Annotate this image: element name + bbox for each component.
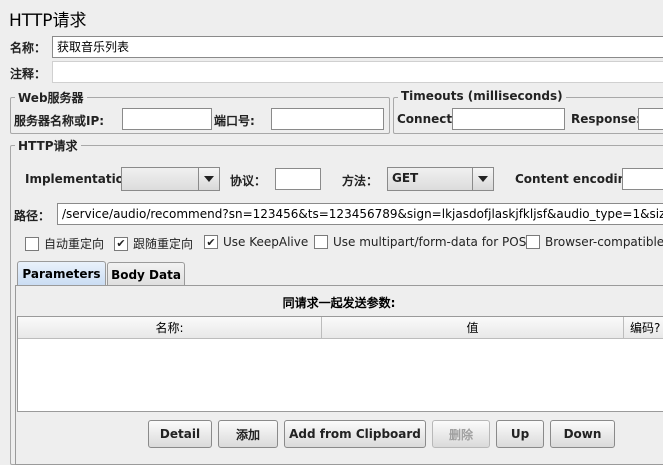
implementation-value (122, 168, 198, 190)
column-header-encode[interactable]: 编码? (624, 317, 663, 339)
page-title: HTTP请求 (9, 11, 87, 31)
down-button[interactable]: Down (550, 420, 615, 448)
checkbox-box[interactable] (25, 236, 39, 251)
name-label: 名称： (10, 41, 47, 55)
checkbox-box[interactable] (526, 235, 540, 249)
auto-redirect-checkbox[interactable]: 自动重定向 (25, 235, 104, 252)
path-label: 路径： (14, 209, 51, 223)
web-server-legend: Web服务器 (15, 89, 87, 106)
port-label: 端口号: (214, 114, 255, 128)
check-icon[interactable]: ✔ (204, 235, 218, 249)
add-from-clipboard-button[interactable]: Add from Clipboard (284, 420, 426, 448)
method-value: GET (388, 168, 472, 190)
method-label: 方法： (342, 174, 379, 188)
checkbox-box[interactable] (314, 235, 328, 249)
protocol-label: 协议： (230, 174, 267, 188)
http-request-legend: HTTP请求 (15, 137, 81, 154)
tab-parameters[interactable]: Parameters (17, 261, 106, 286)
method-select[interactable]: GET (387, 167, 494, 191)
up-button[interactable]: Up (496, 420, 544, 448)
response-label: Response: (571, 112, 641, 126)
follow-redirect-checkbox[interactable]: ✔ 跟随重定向 (114, 235, 193, 252)
encoding-field[interactable] (622, 168, 663, 190)
delete-button[interactable]: 删除 (432, 420, 490, 448)
chevron-down-icon[interactable] (472, 168, 493, 190)
checkbox-label: Use KeepAlive (223, 235, 309, 249)
tab-body-data[interactable]: Body Data (107, 262, 185, 286)
checkbox-label: 跟随重定向 (133, 237, 194, 251)
checkbox-label: Browser-compatible h (545, 235, 663, 249)
params-caption: 同请求一起发送参数: (282, 296, 396, 310)
checkbox-label: 自动重定向 (44, 237, 105, 251)
check-icon[interactable]: ✔ (114, 236, 128, 251)
server-field[interactable] (122, 108, 212, 130)
name-field[interactable]: 获取音乐列表 (52, 36, 663, 58)
comment-label: 注释： (10, 67, 47, 81)
browser-compatible-checkbox[interactable]: Browser-compatible h (526, 235, 663, 249)
encoding-label: Content encoding: (515, 172, 640, 186)
add-button[interactable]: 添加 (218, 420, 278, 448)
multipart-checkbox[interactable]: Use multipart/form-data for POST (314, 235, 534, 249)
protocol-field[interactable] (275, 168, 321, 190)
port-field[interactable] (271, 108, 384, 130)
column-header-name[interactable]: 名称: (18, 317, 322, 339)
path-field[interactable]: /service/audio/recommend?sn=123456&ts=12… (57, 203, 663, 225)
connect-label: Connect: (397, 112, 457, 126)
server-label: 服务器名称或IP: (14, 114, 105, 128)
keepalive-checkbox[interactable]: ✔ Use KeepAlive (204, 235, 308, 249)
detail-button[interactable]: Detail (148, 420, 212, 448)
chevron-down-icon[interactable] (198, 168, 219, 190)
checkbox-label: Use multipart/form-data for POST (333, 235, 534, 249)
timeouts-legend: Timeouts (milliseconds) (398, 89, 566, 103)
response-field[interactable] (638, 108, 663, 130)
implementation-select[interactable] (121, 167, 220, 191)
connect-field[interactable] (452, 108, 565, 130)
column-header-value[interactable]: 值 (322, 317, 624, 339)
comment-field[interactable] (52, 61, 663, 83)
